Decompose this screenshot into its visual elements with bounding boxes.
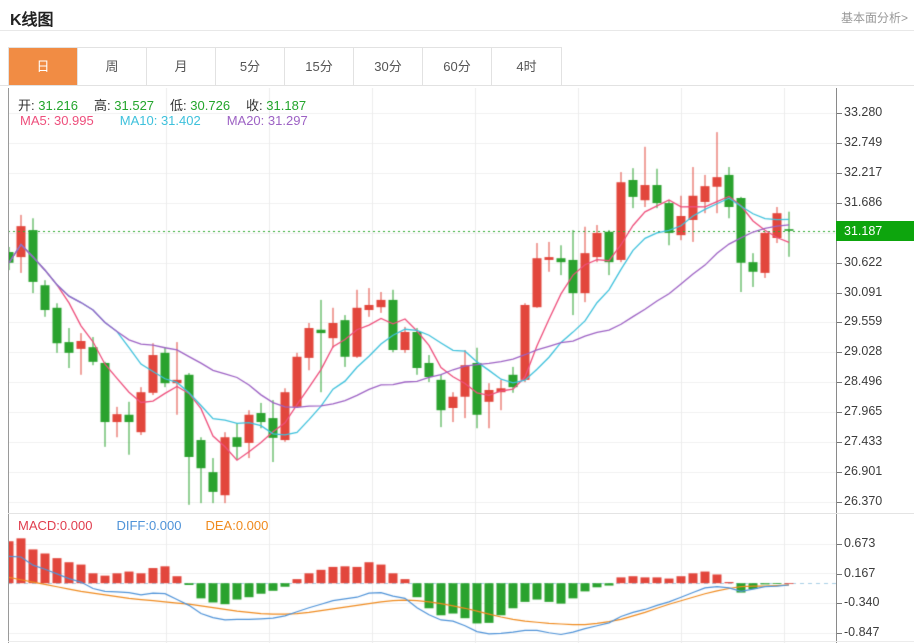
high-value: 31.527 (114, 98, 154, 113)
period-tabbar: 日 周 月 5分 15分 30分 60分 4时 (8, 47, 562, 85)
axis-label-main-3: 31.686 (844, 195, 882, 209)
page-title: K线图 (10, 6, 54, 30)
main-candlestick-chart[interactable] (8, 88, 836, 514)
ma5-label: MA5: (20, 113, 50, 128)
axis-label-main-2: 32.217 (844, 165, 882, 179)
panel-separator (8, 513, 914, 514)
low-label: 低: (170, 98, 187, 113)
high-label: 高: (94, 98, 111, 113)
macd-label: MACD: (18, 518, 60, 533)
tabbar-bottom-border (0, 85, 914, 86)
fundamental-analysis-link[interactable]: 基本面分析> (841, 9, 908, 26)
macd-value: 0.000 (60, 518, 93, 533)
axis-label-main-10: 27.965 (844, 404, 882, 418)
axis-label-main-12: 26.901 (844, 464, 882, 478)
header-divider (0, 30, 914, 31)
tab-15min[interactable]: 15分 (285, 48, 354, 85)
tab-4hour[interactable]: 4时 (492, 48, 561, 85)
axis-label-main-5: 30.622 (844, 255, 882, 269)
tab-30min[interactable]: 30分 (354, 48, 423, 85)
current-price-badge: 31.187 (836, 221, 914, 241)
dea-value: 0.000 (236, 518, 269, 533)
tab-week[interactable]: 周 (78, 48, 147, 85)
axis-label-main-9: 28.496 (844, 374, 882, 388)
chart-bottom-border (8, 641, 914, 642)
ohlc-readout: 开: 31.216 高: 31.527 低: 30.726 收: 31.187 (18, 95, 322, 114)
axis-label-macd-2: -0.340 (844, 595, 879, 609)
axis-label-main-7: 29.559 (844, 314, 882, 328)
axis-label-macd-3: -0.847 (844, 625, 879, 639)
axis-label-macd-1: 0.167 (844, 566, 875, 580)
macd-chart[interactable] (8, 514, 836, 643)
diff-value: 0.000 (149, 518, 182, 533)
kline-page: K线图 基本面分析> 日 周 月 5分 15分 30分 60分 4时 开: 31… (0, 0, 914, 643)
axis-label-main-0: 33.280 (844, 105, 882, 119)
axis-label-main-11: 27.433 (844, 434, 882, 448)
low-value: 30.726 (190, 98, 230, 113)
axis-label-main-1: 32.749 (844, 135, 882, 149)
axis-label-main-6: 30.091 (844, 285, 882, 299)
diff-label: DIFF: (116, 518, 149, 533)
ma20-label: MA20: (227, 113, 265, 128)
axis-label-macd-0: 0.673 (844, 536, 875, 550)
tab-5min[interactable]: 5分 (216, 48, 285, 85)
dea-label: DEA: (205, 518, 235, 533)
ma5-value: 30.995 (54, 113, 94, 128)
axis-label-main-13: 26.370 (844, 494, 882, 508)
ma10-label: MA10: (120, 113, 158, 128)
close-label: 收: (246, 98, 263, 113)
ma-readout: MA5: 30.995 MA10: 31.402 MA20: 31.297 (20, 113, 334, 128)
chart-left-border (8, 88, 9, 643)
macd-readout: MACD:0.000 DIFF:0.000 DEA:0.000 (18, 518, 292, 533)
axis-label-main-8: 29.028 (844, 344, 882, 358)
tab-month[interactable]: 月 (147, 48, 216, 85)
open-label: 开: (18, 98, 35, 113)
chart-axis-line (836, 88, 837, 643)
tab-60min[interactable]: 60分 (423, 48, 492, 85)
open-value: 31.216 (38, 98, 78, 113)
tab-day[interactable]: 日 (9, 48, 78, 85)
ma10-value: 31.402 (161, 113, 201, 128)
close-value: 31.187 (266, 98, 306, 113)
ma20-value: 31.297 (268, 113, 308, 128)
